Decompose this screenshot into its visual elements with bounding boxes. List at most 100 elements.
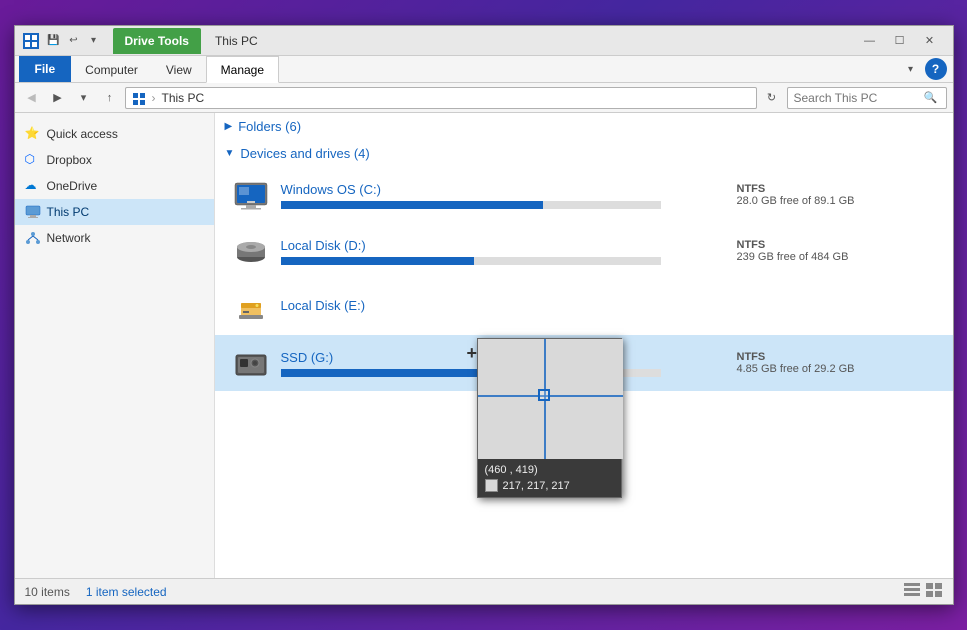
statusbar-right: [903, 582, 943, 601]
tab-computer[interactable]: Computer: [71, 56, 152, 82]
statusbar-items-count: 10 items: [25, 585, 70, 599]
drive-info-e: Local Disk (E:): [281, 298, 727, 317]
drive-item-d[interactable]: Local Disk (D:) NTFS 239 GB free of 484 …: [215, 223, 953, 279]
minimize-button[interactable]: —: [855, 26, 885, 56]
cursor-plus-icon: +: [467, 343, 478, 364]
qa-undo-btn[interactable]: ↩: [65, 32, 83, 50]
popup-coords: (460 , 419): [485, 464, 614, 476]
view-tiles-button[interactable]: [925, 582, 943, 601]
ribbon-right: ▾ ?: [901, 56, 953, 82]
ribbon-expand-btn[interactable]: ▾: [901, 59, 921, 79]
help-button[interactable]: ?: [925, 58, 947, 80]
sidebar-item-network[interactable]: Network: [15, 225, 214, 251]
sidebar-item-this-pc[interactable]: This PC: [15, 199, 214, 225]
address-path[interactable]: › This PC: [125, 87, 757, 109]
sidebar-item-label: Network: [47, 231, 91, 245]
titlebar-left: 💾 ↩ ▾ Drive Tools This PC: [15, 28, 258, 54]
drive-name-d: Local Disk (D:): [281, 238, 727, 253]
drive-fs-d: NTFS: [737, 239, 937, 251]
drive-meta-g: NTFS 4.85 GB free of 29.2 GB: [737, 351, 937, 375]
drive-space-d: 239 GB free of 484 GB: [737, 251, 937, 263]
drive-bar-c: [281, 201, 661, 209]
window-icon: [23, 33, 39, 49]
drive-bar-fill-d: [281, 257, 475, 265]
popup-color-swatch: [485, 479, 498, 492]
sidebar: ⭐ Quick access ⬡ Dropbox ☁ OneDrive This…: [15, 113, 215, 578]
tab-view[interactable]: View: [152, 56, 206, 82]
drive-item-c[interactable]: Windows OS (C:) NTFS 28.0 GB free of 89.…: [215, 167, 953, 223]
onedrive-icon: ☁: [25, 178, 41, 194]
devices-section-label: Devices and drives (4): [240, 146, 369, 161]
drive-bar-d: [281, 257, 661, 265]
drive-item-e[interactable]: Local Disk (E:): [215, 279, 953, 335]
drive-icon-d: [231, 231, 271, 271]
search-input[interactable]: [794, 91, 924, 105]
nav-forward-button[interactable]: ▶: [47, 87, 69, 109]
titlebar: 💾 ↩ ▾ Drive Tools This PC — ☐ ✕: [15, 26, 953, 56]
nav-back-button[interactable]: ◀: [21, 87, 43, 109]
search-icon: 🔍: [924, 91, 938, 104]
qa-save-btn[interactable]: 💾: [45, 32, 63, 50]
crosshair-center: [538, 389, 550, 401]
popup-info: (460 , 419) 217, 217, 217: [478, 459, 621, 497]
sidebar-item-dropbox[interactable]: ⬡ Dropbox: [15, 147, 214, 173]
folders-chevron: ▶: [225, 121, 233, 132]
file-explorer-window: 💾 ↩ ▾ Drive Tools This PC — ☐ ✕ File Com…: [14, 25, 954, 605]
sidebar-item-label: Dropbox: [47, 153, 92, 167]
folders-section-label: Folders (6): [238, 119, 301, 134]
statusbar-left: 10 items 1 item selected: [25, 585, 167, 599]
drive-name-c: Windows OS (C:): [281, 182, 727, 197]
drive-icon-e: [231, 287, 271, 327]
popup-color-value: 217, 217, 217: [503, 480, 570, 492]
ribbon-tabs: File Computer View Manage ▾ ?: [15, 56, 953, 82]
nav-refresh-button[interactable]: ↻: [761, 87, 783, 109]
folders-section-header[interactable]: ▶ Folders (6): [215, 113, 953, 140]
this-pc-icon: [25, 204, 41, 220]
address-path-separator: ›: [152, 91, 156, 105]
drive-meta-c: NTFS 28.0 GB free of 89.1 GB: [737, 183, 937, 207]
sidebar-item-quick-access[interactable]: ⭐ Quick access: [15, 121, 214, 147]
sidebar-item-label: This PC: [47, 205, 90, 219]
address-this-pc: This PC: [162, 91, 205, 105]
drive-tools-tab: Drive Tools: [113, 28, 201, 54]
crosshair-horizontal: [478, 395, 623, 397]
main-area: ⭐ Quick access ⬡ Dropbox ☁ OneDrive This…: [15, 113, 953, 578]
devices-chevron: ▼: [225, 148, 235, 159]
statusbar: 10 items 1 item selected: [15, 578, 953, 604]
drive-bar-fill-c: [281, 201, 543, 209]
nav-up-button[interactable]: ↑: [99, 87, 121, 109]
quick-access-toolbar: 💾 ↩ ▾: [45, 32, 103, 50]
addressbar: ◀ ▶ ▾ ↑ › This PC ↻ 🔍: [15, 83, 953, 113]
drive-info-d: Local Disk (D:): [281, 238, 727, 265]
popup-container: (460 , 419) 217, 217, 217: [477, 338, 622, 498]
devices-section-header[interactable]: ▼ Devices and drives (4): [215, 140, 953, 167]
content-area: ▶ Folders (6) ▼ Devices and drives (4): [215, 113, 953, 578]
window-controls: — ☐ ✕: [855, 26, 945, 56]
search-box: 🔍: [787, 87, 947, 109]
drive-space-g: 4.85 GB free of 29.2 GB: [737, 363, 937, 375]
sidebar-item-label: OneDrive: [47, 179, 98, 193]
drive-icon-c: [231, 175, 271, 215]
color-picker-popup: (460 , 419) 217, 217, 217: [477, 338, 622, 498]
drive-fs-g: NTFS: [737, 351, 937, 363]
drive-name-e: Local Disk (E:): [281, 298, 727, 313]
tab-file[interactable]: File: [19, 56, 72, 82]
maximize-button[interactable]: ☐: [885, 26, 915, 56]
popup-color-row: 217, 217, 217: [485, 479, 614, 492]
quick-access-icon: ⭐: [25, 126, 41, 142]
tab-manage[interactable]: Manage: [206, 56, 279, 83]
drive-meta-d: NTFS 239 GB free of 484 GB: [737, 239, 937, 263]
ribbon: File Computer View Manage ▾ ?: [15, 56, 953, 83]
close-button[interactable]: ✕: [915, 26, 945, 56]
drive-space-c: 28.0 GB free of 89.1 GB: [737, 195, 937, 207]
statusbar-selected-count: 1 item selected: [86, 585, 167, 599]
sidebar-item-onedrive[interactable]: ☁ OneDrive: [15, 173, 214, 199]
qa-dropdown-btn[interactable]: ▾: [85, 32, 103, 50]
view-details-button[interactable]: [903, 582, 921, 601]
sidebar-item-label: Quick access: [47, 127, 118, 141]
dropbox-icon: ⬡: [25, 152, 41, 168]
network-icon: [25, 230, 41, 246]
nav-dropdown-button[interactable]: ▾: [73, 87, 95, 109]
drive-fs-c: NTFS: [737, 183, 937, 195]
drive-icon-g: [231, 343, 271, 383]
